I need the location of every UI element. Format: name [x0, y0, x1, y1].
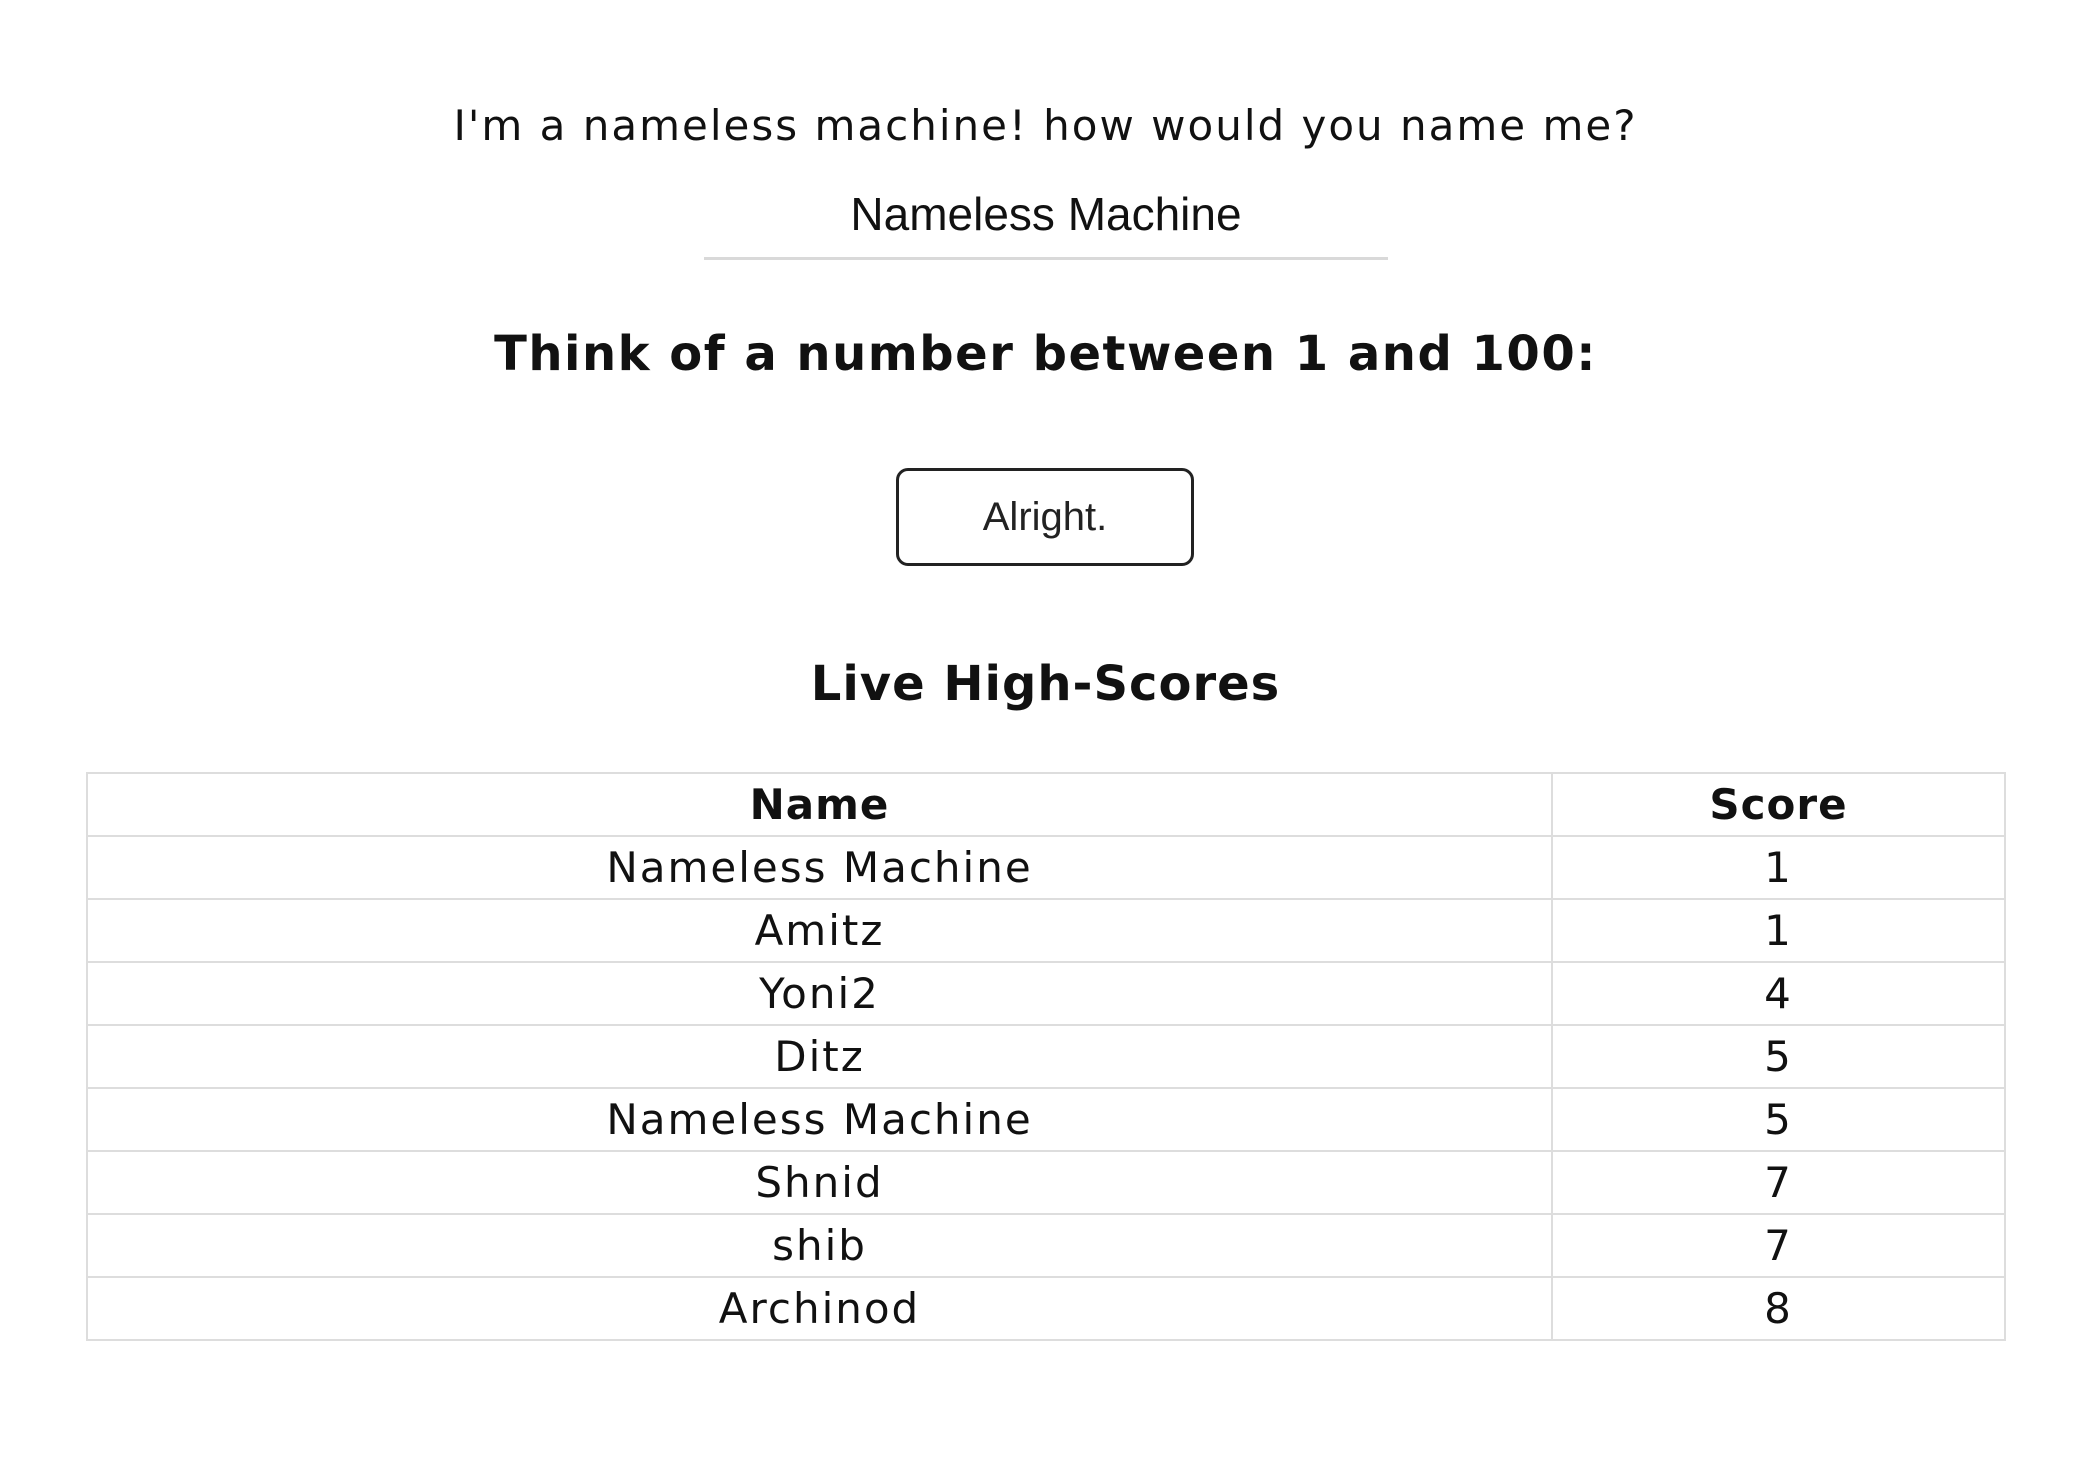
highscores-table: Name Score Nameless Machine 1 Amitz 1 Yo… — [86, 772, 2006, 1341]
player-score-cell: 1 — [1551, 898, 2006, 963]
table-row: Nameless Machine 1 — [86, 835, 2006, 900]
table-row: Yoni2 4 — [86, 961, 2006, 1026]
table-header-row: Name Score — [86, 772, 2006, 837]
table-row: shib 7 — [86, 1213, 2006, 1278]
machine-name-prompt: I'm a nameless machine! how would you na… — [453, 101, 1638, 150]
table-row: Ditz 5 — [86, 1024, 2006, 1089]
player-score-cell: 7 — [1551, 1150, 2006, 1215]
player-name-cell: Ditz — [86, 1024, 1553, 1089]
player-name-cell: Archinod — [86, 1276, 1553, 1341]
column-header-name: Name — [86, 772, 1553, 837]
table-row: Amitz 1 — [86, 898, 2006, 963]
player-name-cell: Amitz — [86, 898, 1553, 963]
player-score-cell: 1 — [1551, 835, 2006, 900]
player-name-cell: Nameless Machine — [86, 1087, 1553, 1152]
player-name-cell: Yoni2 — [86, 961, 1553, 1026]
highscores-heading: Live High-Scores — [810, 656, 1281, 712]
player-name-cell: shib — [86, 1213, 1553, 1278]
table-row: Nameless Machine 5 — [86, 1087, 2006, 1152]
column-header-score: Score — [1551, 772, 2006, 837]
player-name-cell: Shnid — [86, 1150, 1553, 1215]
table-row: Shnid 7 — [86, 1150, 2006, 1215]
machine-name-input[interactable] — [704, 170, 1388, 260]
player-score-cell: 5 — [1551, 1024, 2006, 1089]
player-score-cell: 5 — [1551, 1087, 2006, 1152]
player-score-cell: 7 — [1551, 1213, 2006, 1278]
player-name-cell: Nameless Machine — [86, 835, 1553, 900]
player-score-cell: 4 — [1551, 961, 2006, 1026]
table-row: Archinod 8 — [86, 1276, 2006, 1341]
player-score-cell: 8 — [1551, 1276, 2006, 1341]
think-of-number-heading: Think of a number between 1 and 100: — [494, 326, 1597, 382]
alright-button[interactable]: Alright. — [896, 468, 1194, 566]
